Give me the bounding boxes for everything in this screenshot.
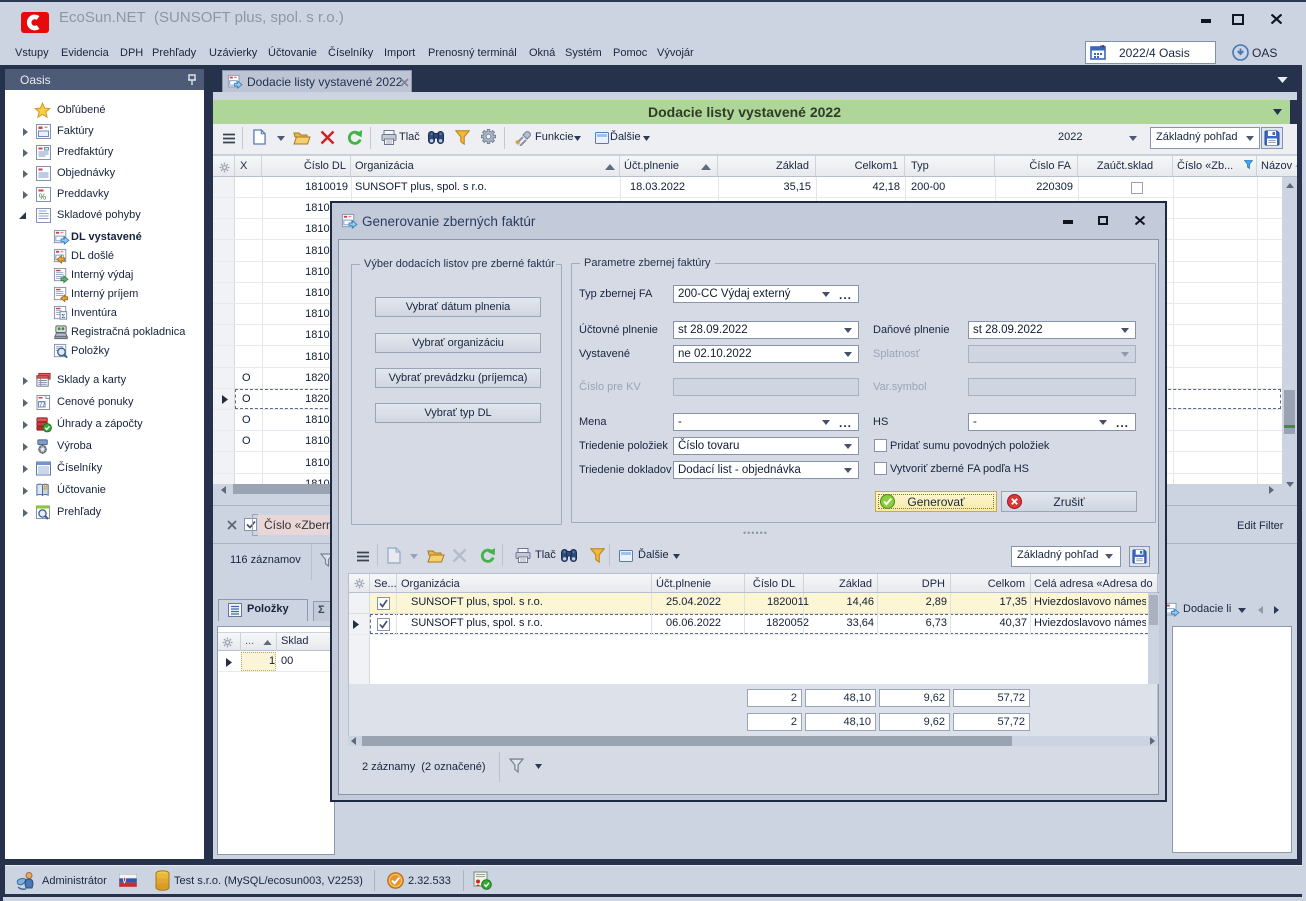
svg-text:%: % bbox=[39, 193, 46, 202]
svg-text:Σ: Σ bbox=[62, 313, 66, 320]
svg-text:#: # bbox=[43, 483, 48, 493]
svg-text:77: 77 bbox=[39, 402, 45, 408]
